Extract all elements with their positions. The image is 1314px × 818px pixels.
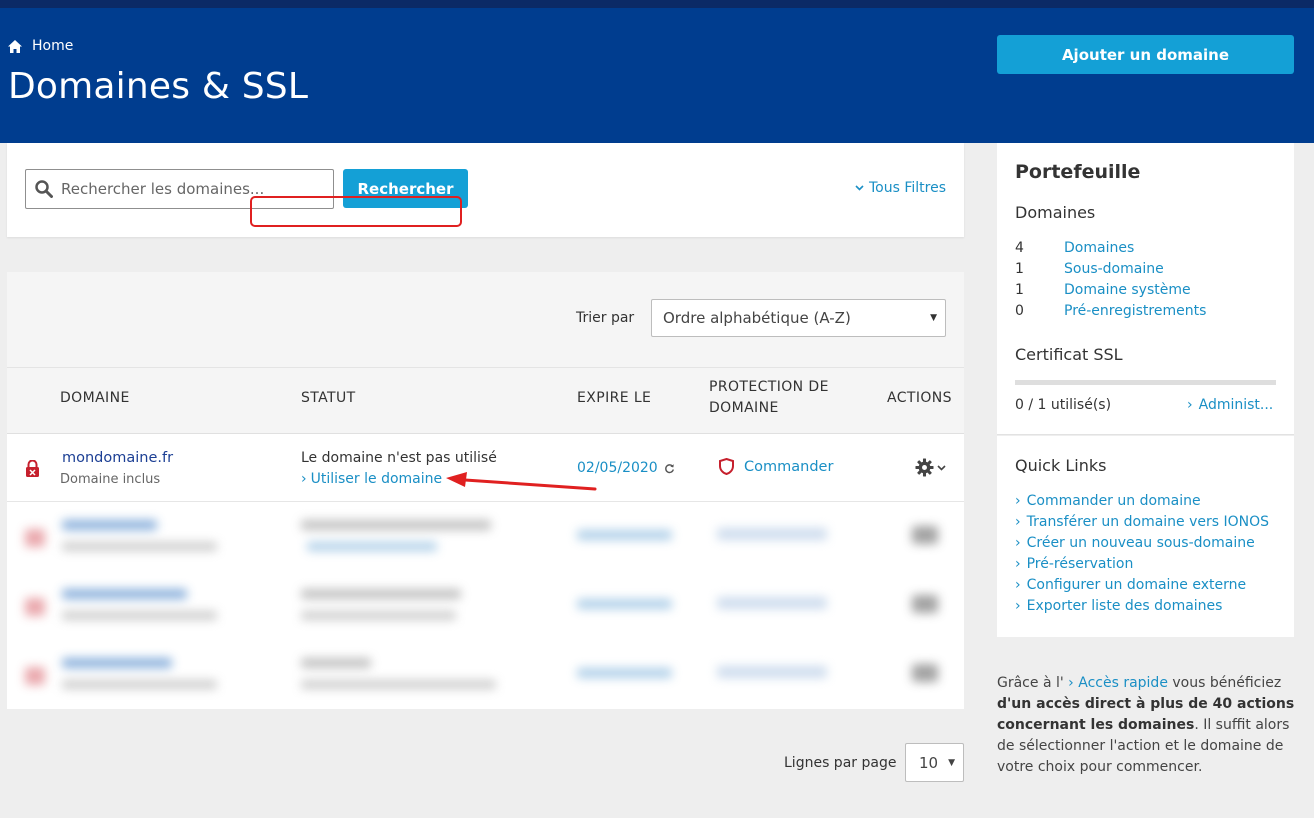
column-header-actions: ACTIONS	[887, 390, 952, 406]
ssl-admin-link[interactable]: › Administ...	[1187, 397, 1273, 413]
row-actions-menu[interactable]	[915, 458, 946, 477]
chevron-right-icon: ›	[1015, 577, 1021, 593]
quick-link-label: Transférer un domaine vers IONOS	[1026, 514, 1270, 530]
select-caret-icon: ▼	[948, 758, 955, 768]
quick-links-title: Quick Links	[1015, 456, 1107, 475]
ssl-usage-text: 0 / 1 utilisé(s)	[1015, 397, 1112, 413]
quick-link-label: Exporter liste des domaines	[1026, 598, 1223, 614]
column-header-status[interactable]: STATUT	[301, 388, 356, 409]
annotation-highlight-box	[250, 196, 462, 227]
ssl-usage-bar	[1015, 380, 1276, 385]
domain-name-link[interactable]: mondomaine.fr	[62, 450, 173, 466]
portfolio-panel: Portefeuille Domaines 4 Domaines 1 Sous-…	[997, 143, 1294, 435]
quick-link-label: Configurer un domaine externe	[1026, 577, 1247, 593]
all-filters-link[interactable]: Tous Filtres	[855, 180, 946, 196]
column-header-protection-line2: DOMAINE	[709, 400, 779, 416]
select-caret-icon: ▼	[930, 313, 937, 323]
domain-protection-label: Commander	[744, 458, 834, 475]
sort-label: Trier par	[576, 310, 635, 326]
help-prefix: Grâce à l'	[997, 675, 1064, 691]
column-header-domain[interactable]: DOMAINE	[60, 388, 130, 409]
stat-row-subdomains: 1 Sous-domaine	[1015, 261, 1164, 277]
add-domain-button[interactable]: Ajouter un domaine	[997, 35, 1294, 74]
quick-link-label: Commander un domaine	[1026, 493, 1201, 509]
stat-link-system-domains[interactable]: Domaine système	[1064, 282, 1191, 298]
gear-icon	[915, 458, 934, 477]
blurred-row	[7, 571, 964, 640]
quick-link-external-domain[interactable]: › Configurer un domaine externe	[1015, 577, 1246, 593]
chevron-down-icon	[855, 185, 864, 191]
chevron-right-icon: ›	[1187, 397, 1193, 413]
blurred-rows	[7, 502, 964, 709]
stat-link-subdomains[interactable]: Sous-domaine	[1064, 261, 1164, 277]
quick-link-create-subdomain[interactable]: › Créer un nouveau sous-domaine	[1015, 535, 1255, 551]
chevron-right-icon: ›	[1015, 556, 1021, 572]
use-domain-link[interactable]: › Utiliser le domaine	[301, 471, 442, 487]
quick-links-panel: Quick Links › Commander un domaine › Trans…	[997, 436, 1294, 637]
chevron-right-icon: ›	[301, 471, 307, 487]
chevron-down-icon	[937, 464, 946, 471]
domains-heading: Domaines	[1015, 203, 1096, 222]
quick-access-link[interactable]: › Accès rapide	[1068, 675, 1168, 691]
renew-icon	[664, 463, 674, 473]
table-toolbar: Trier par Ordre alphabétique (A-Z) ▼ DOM…	[7, 272, 964, 433]
search-icon	[35, 180, 53, 198]
ssl-heading: Certificat SSL	[1015, 345, 1123, 364]
annotation-arrow-icon	[446, 472, 597, 491]
domain-protection-order-link[interactable]: Commander	[719, 458, 833, 475]
stat-row-preregistrations: 0 Pré-enregistrements	[1015, 303, 1206, 319]
column-header-protection-line1: PROTECTION DE	[709, 379, 829, 395]
ssl-unlocked-icon	[26, 460, 39, 477]
chevron-right-icon: ›	[1068, 675, 1079, 691]
quick-access-label: Accès rapide	[1078, 675, 1168, 691]
chevron-right-icon: ›	[1015, 535, 1021, 551]
shield-icon	[719, 458, 734, 475]
chevron-right-icon: ›	[1015, 493, 1021, 509]
domain-subtitle: Domaine inclus	[60, 472, 161, 487]
quick-access-help-text: Grâce à l' › Accès rapide vous bénéficie…	[997, 673, 1297, 778]
search-panel: Rechercher Tous Filtres	[7, 143, 964, 237]
table-header: DOMAINE STATUT EXPIRE LE PROTECTION DE D…	[7, 367, 964, 433]
quick-link-label: Pré-réservation	[1026, 556, 1134, 572]
home-icon	[8, 39, 22, 53]
top-strip	[0, 0, 1314, 8]
breadcrumb[interactable]: Home	[8, 37, 73, 55]
rows-per-page-value: 10	[919, 754, 939, 772]
stat-row-system-domains: 1 Domaine système	[1015, 282, 1191, 298]
stat-link-domains[interactable]: Domaines	[1064, 240, 1134, 256]
stat-count: 1	[1015, 282, 1024, 298]
rows-per-page-select[interactable]: 10 ▼	[905, 743, 964, 782]
quick-link-export-list[interactable]: › Exporter liste des domaines	[1015, 598, 1222, 614]
stat-link-preregistrations[interactable]: Pré-enregistrements	[1064, 303, 1206, 319]
stat-count: 0	[1015, 303, 1024, 319]
quick-link-transfer-domain[interactable]: › Transférer un domaine vers IONOS	[1015, 514, 1269, 530]
stat-row-domains: 4 Domaines	[1015, 240, 1134, 256]
status-text: Le domaine n'est pas utilisé	[301, 450, 497, 466]
breadcrumb-home[interactable]: Home	[32, 38, 73, 54]
stat-count: 4	[1015, 240, 1024, 256]
column-header-expires[interactable]: EXPIRE LE	[577, 388, 651, 409]
quick-link-order-domain[interactable]: › Commander un domaine	[1015, 493, 1201, 509]
portfolio-title: Portefeuille	[1015, 161, 1141, 183]
blurred-row	[7, 640, 964, 709]
page-title: Domaines & SSL	[8, 66, 309, 107]
chevron-right-icon: ›	[1015, 514, 1021, 530]
sort-value: Ordre alphabétique (A-Z)	[663, 309, 851, 327]
stat-count: 1	[1015, 261, 1024, 277]
sort-select[interactable]: Ordre alphabétique (A-Z) ▼	[651, 299, 946, 337]
use-domain-label: Utiliser le domaine	[310, 471, 443, 487]
blurred-row	[7, 502, 964, 571]
quick-link-pre-reservation[interactable]: › Pré-réservation	[1015, 556, 1133, 572]
ssl-admin-label: Administ...	[1198, 397, 1274, 413]
all-filters-label: Tous Filtres	[868, 180, 946, 196]
rows-per-page-label: Lignes par page	[784, 755, 897, 771]
quick-link-label: Créer un nouveau sous-domaine	[1026, 535, 1255, 551]
help-middle: vous bénéficiez	[1167, 675, 1282, 691]
chevron-right-icon: ›	[1015, 598, 1021, 614]
